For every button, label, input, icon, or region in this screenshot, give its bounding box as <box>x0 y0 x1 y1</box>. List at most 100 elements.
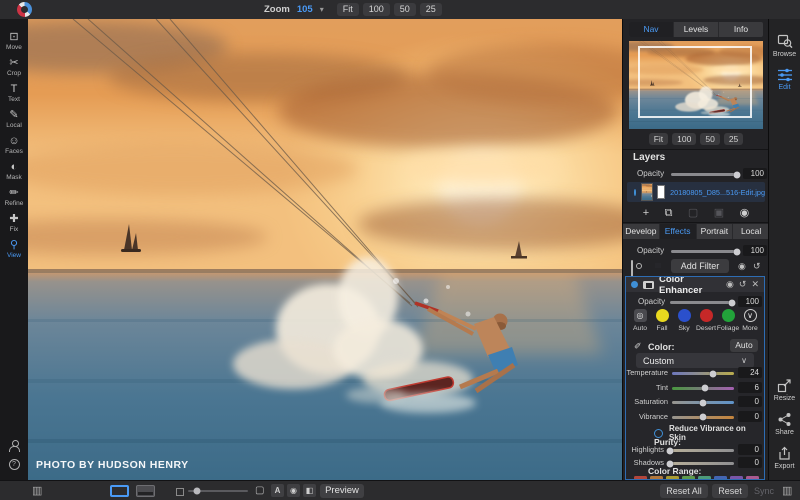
slider-handle[interactable] <box>709 370 717 377</box>
preview-button[interactable]: Preview <box>320 484 364 498</box>
tool-refine[interactable]: ✏ Refine <box>5 187 24 207</box>
slider-track[interactable] <box>666 460 734 467</box>
zoom-preset-button[interactable]: 50 <box>393 3 416 16</box>
color-mode-value: Custom <box>643 355 675 366</box>
slider-track[interactable] <box>672 399 734 406</box>
layer-mask-thumbnail[interactable] <box>656 185 666 199</box>
zoom-preset-button[interactable]: Fit <box>336 3 359 16</box>
chevron-down-icon[interactable]: ▾ <box>320 5 324 14</box>
tool-text[interactable]: T Text <box>8 83 20 103</box>
reset-button[interactable]: Reset <box>712 484 748 498</box>
eyedropper-icon[interactable]: ✐ <box>634 341 642 352</box>
filter-options-icon[interactable]: ◉ <box>726 279 734 290</box>
account-icon[interactable] <box>8 440 20 452</box>
lights-out-icon[interactable]: A <box>271 484 284 497</box>
filmstrip-toggle-icon[interactable]: ▥ <box>32 484 42 498</box>
tool-mask[interactable]: ◐ Mask <box>6 161 22 181</box>
slider-handle[interactable] <box>699 399 707 406</box>
preset-row: ◎ Auto Fall Sky Desert Foliage ∨ More <box>626 309 764 332</box>
soft-proof-icon[interactable]: ◉ <box>287 484 300 497</box>
photo-canvas[interactable]: PHOTO BY HUDSON HENRY <box>0 18 680 480</box>
duplicate-layer-icon[interactable]: ⧉ <box>665 206 673 220</box>
preset-fall[interactable]: Fall <box>651 309 673 332</box>
filter-tab[interactable]: Portrait <box>697 224 734 239</box>
slider-track[interactable] <box>672 413 734 421</box>
color-auto-button[interactable]: Auto <box>730 339 758 352</box>
tool-move[interactable]: ⊡ Move <box>6 31 22 51</box>
tool-local[interactable]: ✎ Local <box>6 109 22 129</box>
split-preview-icon[interactable]: ◧ <box>303 484 316 497</box>
navigator-zoom-button[interactable]: 100 <box>672 133 697 145</box>
browse-module-button[interactable]: Browse <box>773 33 796 58</box>
preset-foliage[interactable]: Foliage <box>717 309 739 332</box>
filter-mask-icon[interactable] <box>643 280 654 289</box>
filter-tab[interactable]: Develop <box>623 224 660 239</box>
preset-swatch: ∨ <box>743 309 757 322</box>
refine-icon: ✏ <box>9 187 19 199</box>
filter-reset-icon[interactable]: ↺ <box>739 279 747 290</box>
filter-tab[interactable]: Effects <box>659 224 697 239</box>
app-logo-icon[interactable] <box>17 2 32 17</box>
panel-tab[interactable]: Info <box>719 22 763 37</box>
sync-button[interactable]: Sync <box>754 484 774 498</box>
zoom-value[interactable]: 105 <box>297 4 313 15</box>
opacity-slider-handle[interactable] <box>728 299 736 306</box>
fix-icon: ✚ <box>9 213 19 225</box>
slider-handle[interactable] <box>701 384 709 392</box>
target-adjust-icon[interactable]: ◉ <box>738 259 746 273</box>
preset-desert[interactable]: Desert <box>695 309 717 332</box>
slider-handle[interactable] <box>699 413 707 421</box>
opacity-slider[interactable] <box>671 171 741 178</box>
opacity-value: 100 <box>743 245 767 256</box>
navigator-view-rectangle[interactable] <box>638 46 753 119</box>
color-enhancer-header[interactable]: Color Enhancer ◉ ↺ ✕ <box>626 277 764 296</box>
help-icon[interactable]: ? <box>8 459 20 470</box>
panel-tab[interactable]: Nav <box>629 22 674 37</box>
slider-track[interactable] <box>672 370 734 377</box>
single-view-button[interactable] <box>110 485 129 497</box>
filter-tab[interactable]: Local <box>733 224 769 239</box>
merge-layer-icon[interactable]: ▣ <box>714 206 724 220</box>
reset-filters-icon[interactable]: ↺ <box>753 259 761 273</box>
add-filter-button[interactable]: Add Filter <box>671 259 729 273</box>
delete-layer-icon[interactable]: ▢ <box>688 206 698 220</box>
navigator-preview[interactable] <box>629 41 763 129</box>
slider-handle[interactable] <box>666 447 674 454</box>
slider-track[interactable] <box>672 384 734 392</box>
opacity-slider-handle[interactable] <box>733 248 741 255</box>
compare-view-icon[interactable]: ▢ <box>255 484 264 498</box>
add-layer-icon[interactable]: + <box>643 206 649 220</box>
slider-track[interactable] <box>666 447 734 454</box>
color-mode-select[interactable]: Custom ∨ <box>636 353 754 368</box>
zoom-preset-button[interactable]: 25 <box>419 3 442 16</box>
zoom-preset-button[interactable]: 100 <box>362 3 390 16</box>
edit-module-button[interactable]: Edit <box>777 68 793 91</box>
layer-menu-icon[interactable]: ◉ <box>740 206 750 220</box>
share-module-button[interactable]: Share <box>775 412 794 436</box>
reset-all-button[interactable]: Reset All <box>660 484 708 498</box>
tool-faces[interactable]: ☺ Faces <box>5 135 23 155</box>
opacity-slider-handle[interactable] <box>733 171 741 178</box>
navigator-zoom-button[interactable]: Fit <box>648 133 669 145</box>
tool-view[interactable]: ⚲ View <box>7 239 21 259</box>
filter-enabled-dot[interactable] <box>631 281 638 288</box>
layer-row[interactable]: 20180805_D85...516-Edit.jpg <box>627 182 765 202</box>
tool-fix[interactable]: ✚ Fix <box>9 213 18 233</box>
navigator-zoom-button[interactable]: 25 <box>723 133 744 145</box>
thumbnail-size-slider[interactable] <box>188 487 248 495</box>
opacity-slider[interactable] <box>671 248 741 255</box>
export-module-button[interactable]: Export <box>774 446 795 470</box>
preset-sky[interactable]: Sky <box>673 309 695 332</box>
resize-module-button[interactable]: Resize <box>774 378 795 402</box>
filmstrip-view-button[interactable] <box>136 485 155 497</box>
preset-auto[interactable]: ◎ Auto <box>629 309 651 332</box>
panel-toggle-icon[interactable]: ▥ <box>782 484 792 498</box>
navigator-zoom-button[interactable]: 50 <box>700 133 720 145</box>
tool-crop[interactable]: ✂ Crop <box>7 57 21 77</box>
opacity-slider[interactable] <box>670 299 736 306</box>
thumbnail-size-handle[interactable] <box>193 487 201 495</box>
panel-tab[interactable]: Levels <box>674 22 719 37</box>
layer-enabled-dot[interactable] <box>634 188 637 196</box>
filter-close-icon[interactable]: ✕ <box>751 279 759 290</box>
preset-more[interactable]: ∨ More <box>739 309 761 332</box>
